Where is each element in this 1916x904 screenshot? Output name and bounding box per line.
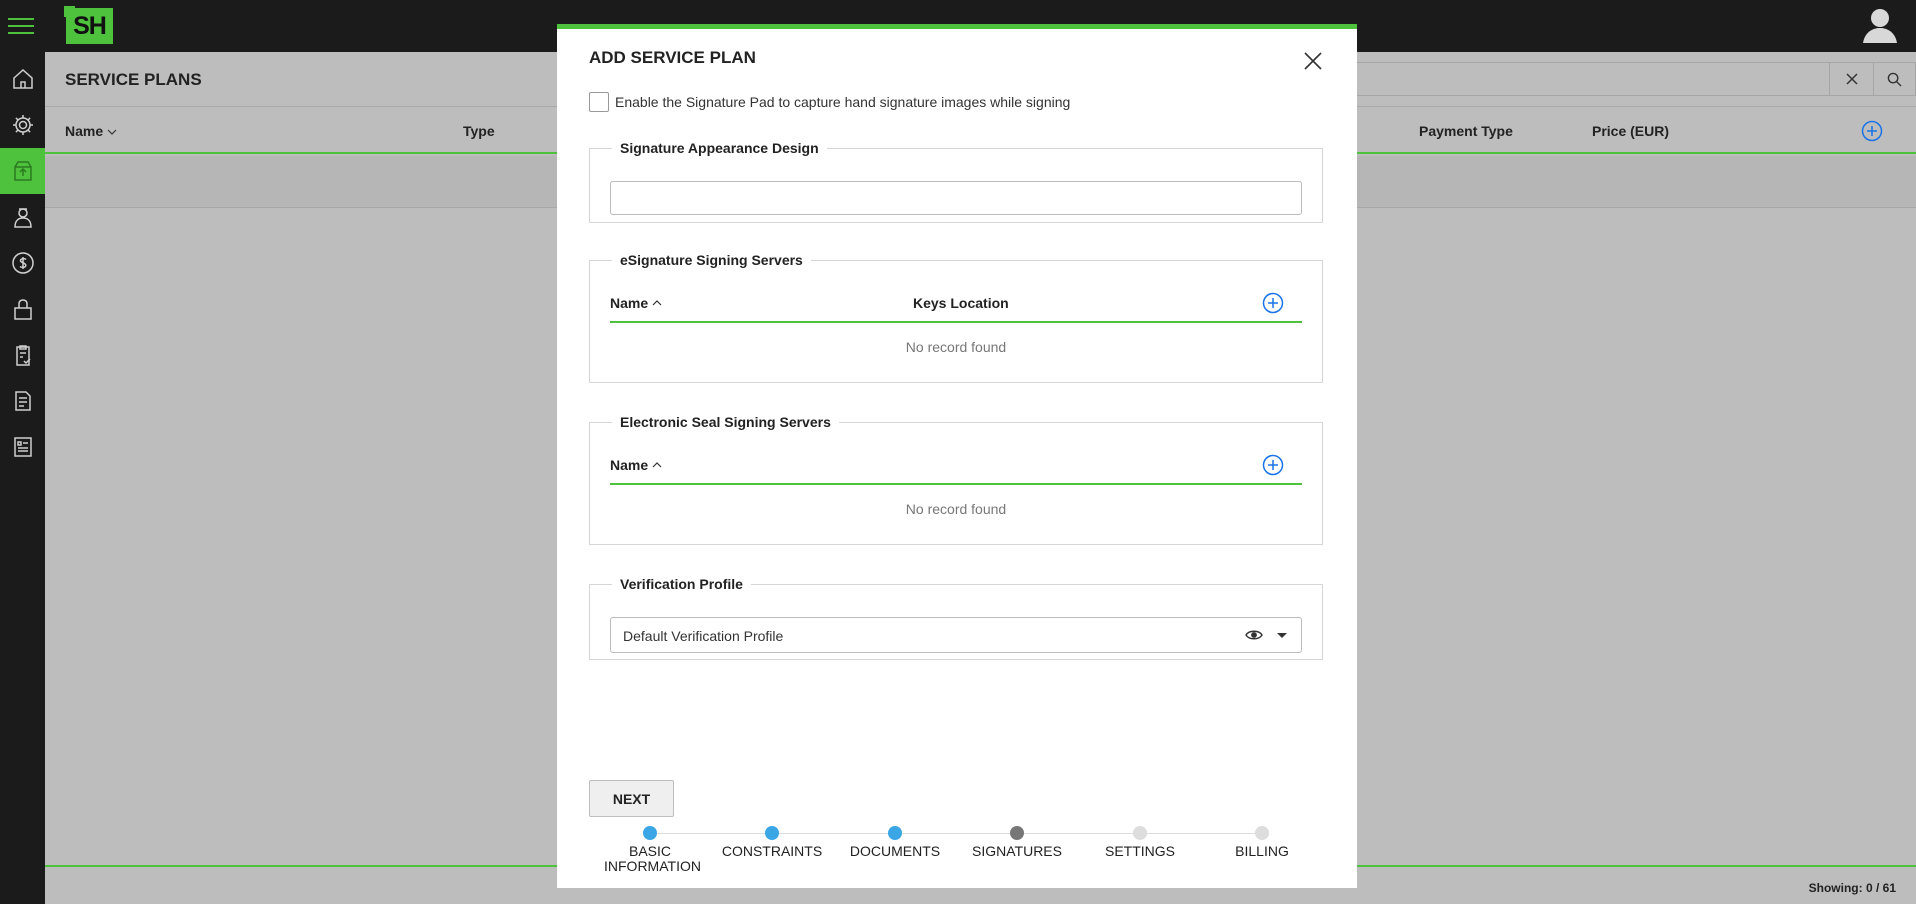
esign-col-name[interactable]: Name bbox=[610, 295, 662, 311]
verification-legend: Verification Profile bbox=[620, 576, 743, 592]
step-basic-information[interactable]: BASIC INFORMATION bbox=[589, 826, 711, 874]
search-button[interactable] bbox=[1873, 63, 1915, 95]
showing-count: Showing: 0 / 61 bbox=[1808, 881, 1896, 895]
next-button[interactable]: NEXT bbox=[589, 780, 674, 817]
clear-search-button[interactable] bbox=[1829, 63, 1873, 95]
column-payment-type[interactable]: Payment Type bbox=[1419, 123, 1513, 139]
step-label: CONSTRAINTS bbox=[721, 843, 823, 859]
chevron-down-icon bbox=[107, 129, 117, 135]
appearance-legend: Signature Appearance Design bbox=[620, 140, 819, 156]
seal-servers-legend: Electronic Seal Signing Servers bbox=[620, 414, 831, 430]
add-service-plan-modal: ADD SERVICE PLAN Enable the Signature Pa… bbox=[557, 24, 1357, 888]
step-signatures[interactable]: SIGNATURES bbox=[956, 826, 1078, 859]
step-label: BILLING bbox=[1235, 843, 1289, 859]
search-icon bbox=[1887, 72, 1902, 87]
step-label: DOCUMENTS bbox=[849, 843, 941, 859]
step-documents[interactable]: DOCUMENTS bbox=[834, 826, 956, 859]
chevron-up-icon bbox=[652, 462, 662, 468]
seal-empty-message: No record found bbox=[905, 501, 1007, 517]
document-icon bbox=[14, 391, 31, 411]
sidebar-item-security[interactable] bbox=[0, 286, 45, 332]
esign-servers-table-header: Name Keys Location bbox=[610, 283, 1302, 323]
step-dot bbox=[1010, 826, 1024, 840]
seal-servers-section: Electronic Seal Signing Servers Name No … bbox=[589, 414, 1323, 545]
sidebar-item-billing[interactable] bbox=[0, 240, 45, 286]
column-type[interactable]: Type bbox=[463, 123, 495, 139]
step-label: BASIC INFORMATION bbox=[604, 843, 701, 874]
modal-title: ADD SERVICE PLAN bbox=[589, 48, 756, 67]
step-dot bbox=[1133, 826, 1147, 840]
step-constraints[interactable]: CONSTRAINTS bbox=[711, 826, 833, 859]
step-label: SETTINGS bbox=[1104, 843, 1175, 859]
esign-servers-section: eSignature Signing Servers Name Keys Loc… bbox=[589, 252, 1323, 383]
user-avatar-icon[interactable] bbox=[1860, 5, 1900, 45]
chevron-up-icon bbox=[652, 300, 662, 306]
hamburger-icon[interactable] bbox=[8, 13, 34, 39]
report-icon bbox=[13, 437, 32, 457]
clipboard-check-icon bbox=[15, 345, 31, 366]
appearance-section: Signature Appearance Design bbox=[589, 140, 1323, 223]
wizard-stepper: BASIC INFORMATION CONSTRAINTS DOCUMENTS … bbox=[589, 826, 1323, 886]
lock-icon bbox=[13, 299, 32, 320]
step-billing[interactable]: BILLING bbox=[1201, 826, 1323, 859]
column-name[interactable]: Name bbox=[65, 123, 117, 139]
signature-pad-label: Enable the Signature Pad to capture hand… bbox=[615, 94, 1071, 110]
step-dot bbox=[765, 826, 779, 840]
add-esign-server-icon[interactable] bbox=[1262, 292, 1284, 314]
user-badge-icon bbox=[13, 208, 32, 228]
caret-down-icon[interactable] bbox=[1277, 633, 1287, 638]
close-icon bbox=[1845, 73, 1858, 85]
esign-servers-legend: eSignature Signing Servers bbox=[620, 252, 803, 268]
verification-profile-select[interactable]: Default Verification Profile bbox=[610, 617, 1302, 653]
signature-pad-option: Enable the Signature Pad to capture hand… bbox=[589, 92, 1070, 112]
appearance-design-input[interactable] bbox=[610, 181, 1302, 215]
verification-profile-value: Default Verification Profile bbox=[623, 628, 784, 644]
search-input[interactable] bbox=[1356, 62, 1916, 96]
step-label: SIGNATURES bbox=[972, 843, 1062, 859]
signature-pad-checkbox[interactable] bbox=[589, 92, 609, 112]
sidebar-item-documents[interactable] bbox=[0, 378, 45, 424]
sidebar-item-reports[interactable] bbox=[0, 332, 45, 378]
step-dot bbox=[1255, 826, 1269, 840]
esign-empty-message: No record found bbox=[905, 339, 1007, 355]
add-plan-icon[interactable] bbox=[1861, 120, 1883, 142]
page-title: SERVICE PLANS bbox=[65, 70, 202, 89]
verification-section: Verification Profile Default Verificatio… bbox=[589, 576, 1323, 660]
seal-servers-table-header: Name bbox=[610, 445, 1302, 485]
home-icon bbox=[12, 68, 33, 89]
sidebar-item-service-plans[interactable] bbox=[0, 148, 45, 194]
dollar-icon bbox=[11, 252, 34, 274]
close-icon[interactable] bbox=[1301, 49, 1325, 73]
sidebar-item-settings[interactable] bbox=[0, 102, 45, 148]
sidebar bbox=[0, 52, 45, 904]
step-dot bbox=[643, 826, 657, 840]
add-seal-server-icon[interactable] bbox=[1262, 454, 1284, 476]
gear-icon bbox=[12, 115, 33, 135]
step-dot bbox=[888, 826, 902, 840]
esign-col-keys-location[interactable]: Keys Location bbox=[913, 295, 1009, 311]
sidebar-item-home[interactable] bbox=[0, 56, 45, 102]
column-price[interactable]: Price (EUR) bbox=[1592, 123, 1669, 139]
eye-icon[interactable] bbox=[1245, 628, 1263, 642]
seal-col-name[interactable]: Name bbox=[610, 457, 662, 473]
sidebar-item-users[interactable] bbox=[0, 194, 45, 240]
upload-box-icon bbox=[13, 161, 32, 181]
sidebar-item-logs[interactable] bbox=[0, 424, 45, 470]
step-settings[interactable]: SETTINGS bbox=[1079, 826, 1201, 859]
app-logo[interactable]: SH bbox=[64, 6, 113, 44]
